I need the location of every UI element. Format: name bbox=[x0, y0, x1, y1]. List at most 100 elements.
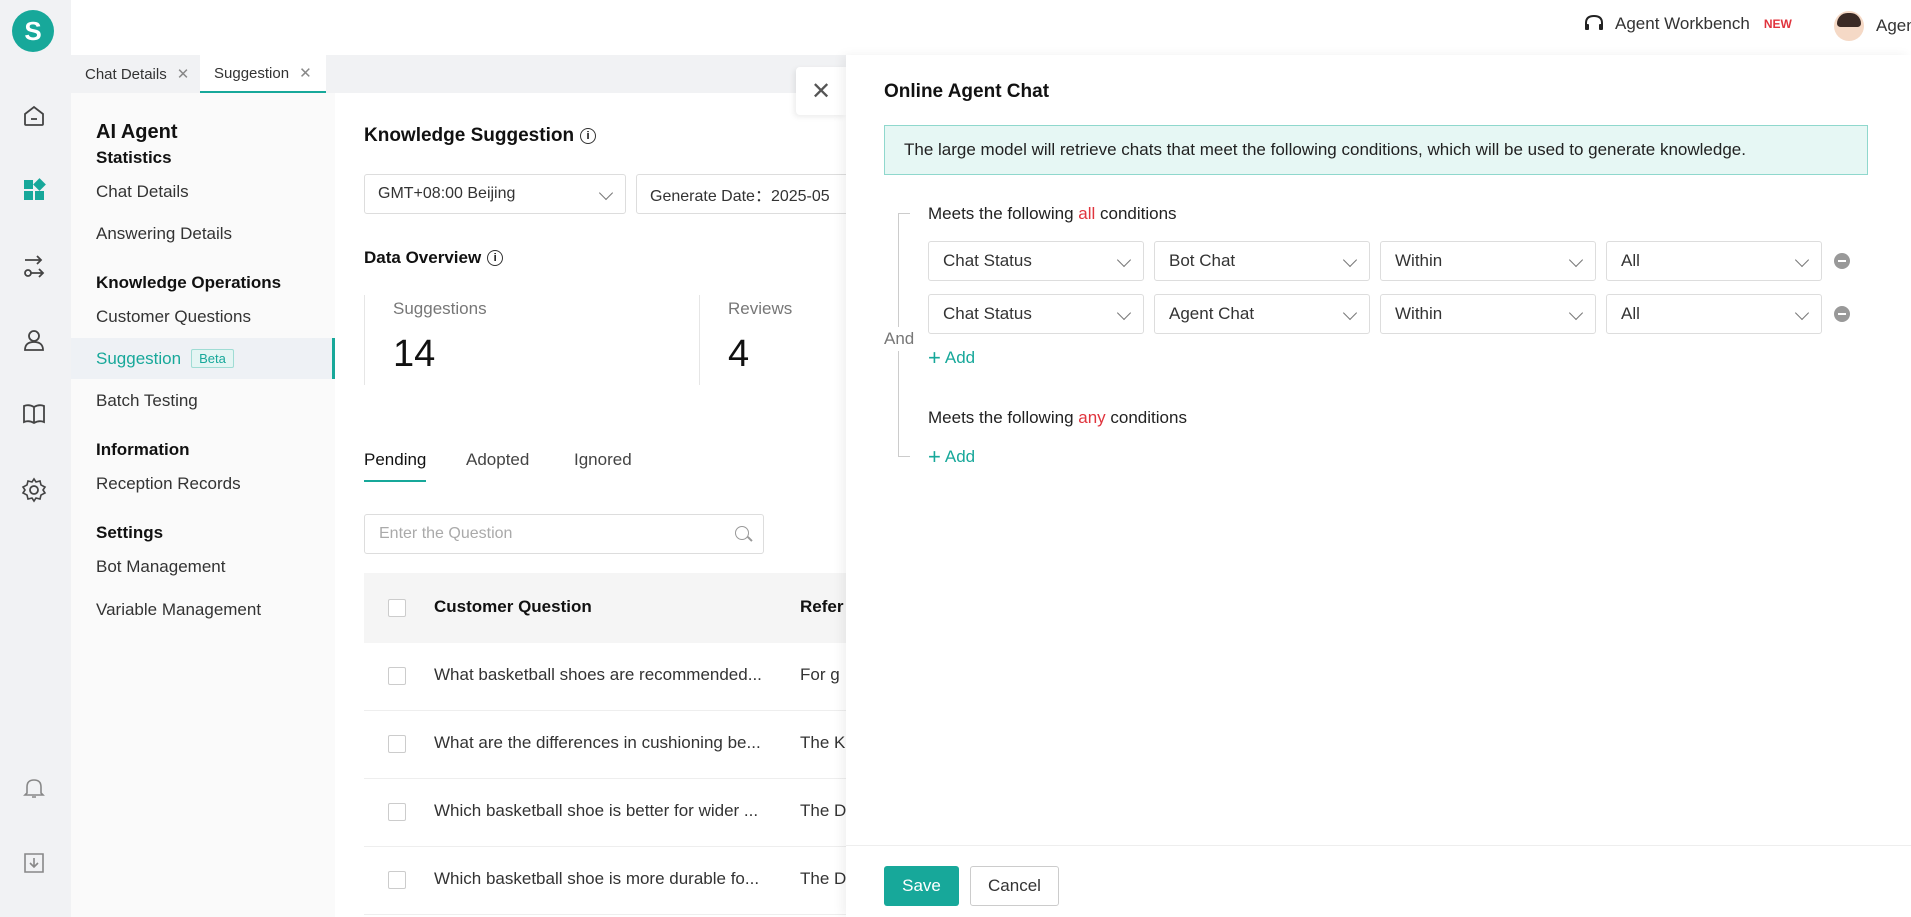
chevron-down-icon bbox=[1568, 252, 1584, 268]
plus-icon: + bbox=[928, 444, 941, 469]
nav-item-customer-questions[interactable]: Customer Questions bbox=[71, 296, 335, 337]
flow-icon[interactable] bbox=[20, 252, 48, 280]
nav-item-answering-details[interactable]: Answering Details bbox=[71, 213, 335, 254]
select-value: Within bbox=[1395, 251, 1443, 270]
select-value: Within bbox=[1395, 304, 1443, 323]
page-title-text: Knowledge Suggestion bbox=[364, 125, 575, 146]
nav-item-chat-details[interactable]: Chat Details bbox=[71, 171, 335, 212]
tab-ignored[interactable]: Ignored bbox=[574, 450, 632, 480]
gear-icon[interactable] bbox=[20, 476, 48, 504]
condition-value-select[interactable]: Bot Chat bbox=[1154, 241, 1370, 281]
heading-keyword: all bbox=[1078, 204, 1096, 223]
condition-range-select[interactable]: All bbox=[1606, 241, 1822, 281]
condition-time-select[interactable]: Within bbox=[1380, 241, 1596, 281]
tab-pending[interactable]: Pending bbox=[364, 450, 427, 482]
chevron-down-icon bbox=[1116, 305, 1132, 321]
agent-workbench-link[interactable]: Agent Workbench NEW bbox=[1583, 13, 1792, 35]
headset-icon bbox=[1585, 14, 1603, 30]
tab-chat-details[interactable]: Chat Details ✕ bbox=[71, 55, 203, 93]
chevron-down-icon bbox=[1568, 305, 1584, 321]
new-badge: NEW bbox=[1763, 17, 1792, 31]
tab-label: Chat Details bbox=[85, 65, 167, 83]
nav-item-label: Suggestion bbox=[96, 348, 182, 368]
question-search-input[interactable]: Enter the Question bbox=[364, 514, 764, 554]
reference-cell: The K bbox=[800, 733, 846, 752]
generate-date-value: Generate Date：2025-05 bbox=[650, 188, 830, 205]
chevron-down-icon bbox=[1342, 305, 1358, 321]
download-icon[interactable] bbox=[20, 849, 48, 877]
stat-reviews: Reviews 4 bbox=[699, 295, 792, 385]
agent-icon[interactable] bbox=[20, 326, 48, 354]
row-checkbox[interactable] bbox=[388, 667, 406, 685]
nav-item-reception-records[interactable]: Reception Records bbox=[71, 463, 335, 504]
and-label: And bbox=[884, 327, 915, 351]
nav-item-batch-testing[interactable]: Batch Testing bbox=[71, 380, 335, 421]
condition-field-select[interactable]: Chat Status bbox=[928, 241, 1144, 281]
reference-cell: The D bbox=[800, 869, 847, 888]
search-icon[interactable] bbox=[735, 526, 749, 540]
close-icon[interactable]: ✕ bbox=[299, 64, 312, 82]
dashboard-icon[interactable] bbox=[20, 176, 48, 204]
close-icon[interactable]: ✕ bbox=[177, 65, 190, 83]
save-button[interactable]: Save bbox=[884, 866, 959, 906]
heading-suffix: conditions bbox=[1095, 204, 1177, 223]
chevron-down-icon bbox=[598, 185, 614, 201]
drawer-close-button[interactable]: ✕ bbox=[796, 67, 846, 115]
nav-group-statistics: Statistics bbox=[96, 148, 172, 167]
user-menu[interactable]: Agent bbox=[1834, 11, 1911, 41]
info-icon[interactable]: i bbox=[580, 128, 597, 144]
app-logo[interactable]: S bbox=[12, 10, 54, 52]
page-title: Knowledge Suggestion i bbox=[364, 125, 597, 147]
add-all-condition-button[interactable]: + Add bbox=[928, 347, 975, 369]
tab-label: Suggestion bbox=[214, 64, 290, 82]
tab-suggestion[interactable]: Suggestion ✕ bbox=[200, 55, 326, 93]
nav-item-label: Reception Records bbox=[96, 473, 241, 493]
nav-item-label: Variable Management bbox=[96, 599, 262, 619]
remove-condition-icon[interactable] bbox=[1834, 253, 1850, 269]
add-label: Add bbox=[944, 348, 976, 367]
online-agent-chat-drawer: Online Agent Chat The large model will r… bbox=[846, 55, 1911, 917]
search-placeholder: Enter the Question bbox=[379, 525, 513, 542]
notice-text: The large model will retrieve chats that… bbox=[904, 140, 1746, 159]
condition-time-select[interactable]: Within bbox=[1380, 294, 1596, 334]
all-conditions-heading: Meets the following all conditions bbox=[928, 204, 1177, 224]
bell-icon[interactable] bbox=[20, 774, 48, 802]
nav-group-knowledge-operations: Knowledge Operations bbox=[96, 273, 282, 292]
cancel-button[interactable]: Cancel bbox=[970, 866, 1059, 906]
drawer-title: Online Agent Chat bbox=[884, 81, 1050, 102]
column-header: Refer bbox=[800, 597, 844, 616]
condition-field-select[interactable]: Chat Status bbox=[928, 294, 1144, 334]
chevron-down-icon bbox=[1794, 252, 1810, 268]
drawer-footer: Save Cancel bbox=[846, 845, 1911, 917]
user-name: Agent bbox=[1876, 16, 1911, 35]
row-checkbox[interactable] bbox=[388, 803, 406, 821]
condition-range-select[interactable]: All bbox=[1606, 294, 1822, 334]
select-value: Agent Chat bbox=[1169, 304, 1255, 323]
data-overview-title: Data Overview i bbox=[364, 248, 504, 268]
remove-condition-icon[interactable] bbox=[1834, 306, 1850, 322]
info-icon[interactable]: i bbox=[487, 250, 504, 266]
question-cell: Which basketball shoe is more durable fo… bbox=[434, 869, 760, 888]
select-all-checkbox[interactable] bbox=[388, 599, 406, 617]
nav-group-information: Information bbox=[96, 440, 190, 459]
add-any-condition-button[interactable]: + Add bbox=[928, 446, 975, 468]
secondary-nav: AI Agent Statistics Chat Details Answeri… bbox=[71, 93, 335, 917]
nav-item-label: Batch Testing bbox=[96, 390, 198, 410]
stat-value: 14 bbox=[393, 333, 436, 375]
add-label: Add bbox=[944, 447, 976, 466]
tab-adopted[interactable]: Adopted bbox=[466, 450, 529, 480]
heading-prefix: Meets the following bbox=[928, 408, 1079, 427]
workbench-label: Agent Workbench bbox=[1615, 14, 1750, 33]
reference-cell: The D bbox=[800, 801, 847, 820]
condition-value-select[interactable]: Agent Chat bbox=[1154, 294, 1370, 334]
home-icon[interactable] bbox=[20, 102, 48, 130]
timezone-select[interactable]: GMT+08:00 Beijing bbox=[364, 174, 626, 214]
nav-item-suggestion[interactable]: Suggestion Beta bbox=[71, 338, 335, 379]
nav-item-bot-management[interactable]: Bot Management bbox=[71, 546, 335, 587]
row-checkbox[interactable] bbox=[388, 735, 406, 753]
book-icon[interactable] bbox=[20, 400, 48, 428]
select-value: All bbox=[1621, 251, 1640, 270]
heading-prefix: Meets the following bbox=[928, 204, 1079, 223]
nav-item-variable-management[interactable]: Variable Management bbox=[71, 589, 335, 630]
row-checkbox[interactable] bbox=[388, 871, 406, 889]
